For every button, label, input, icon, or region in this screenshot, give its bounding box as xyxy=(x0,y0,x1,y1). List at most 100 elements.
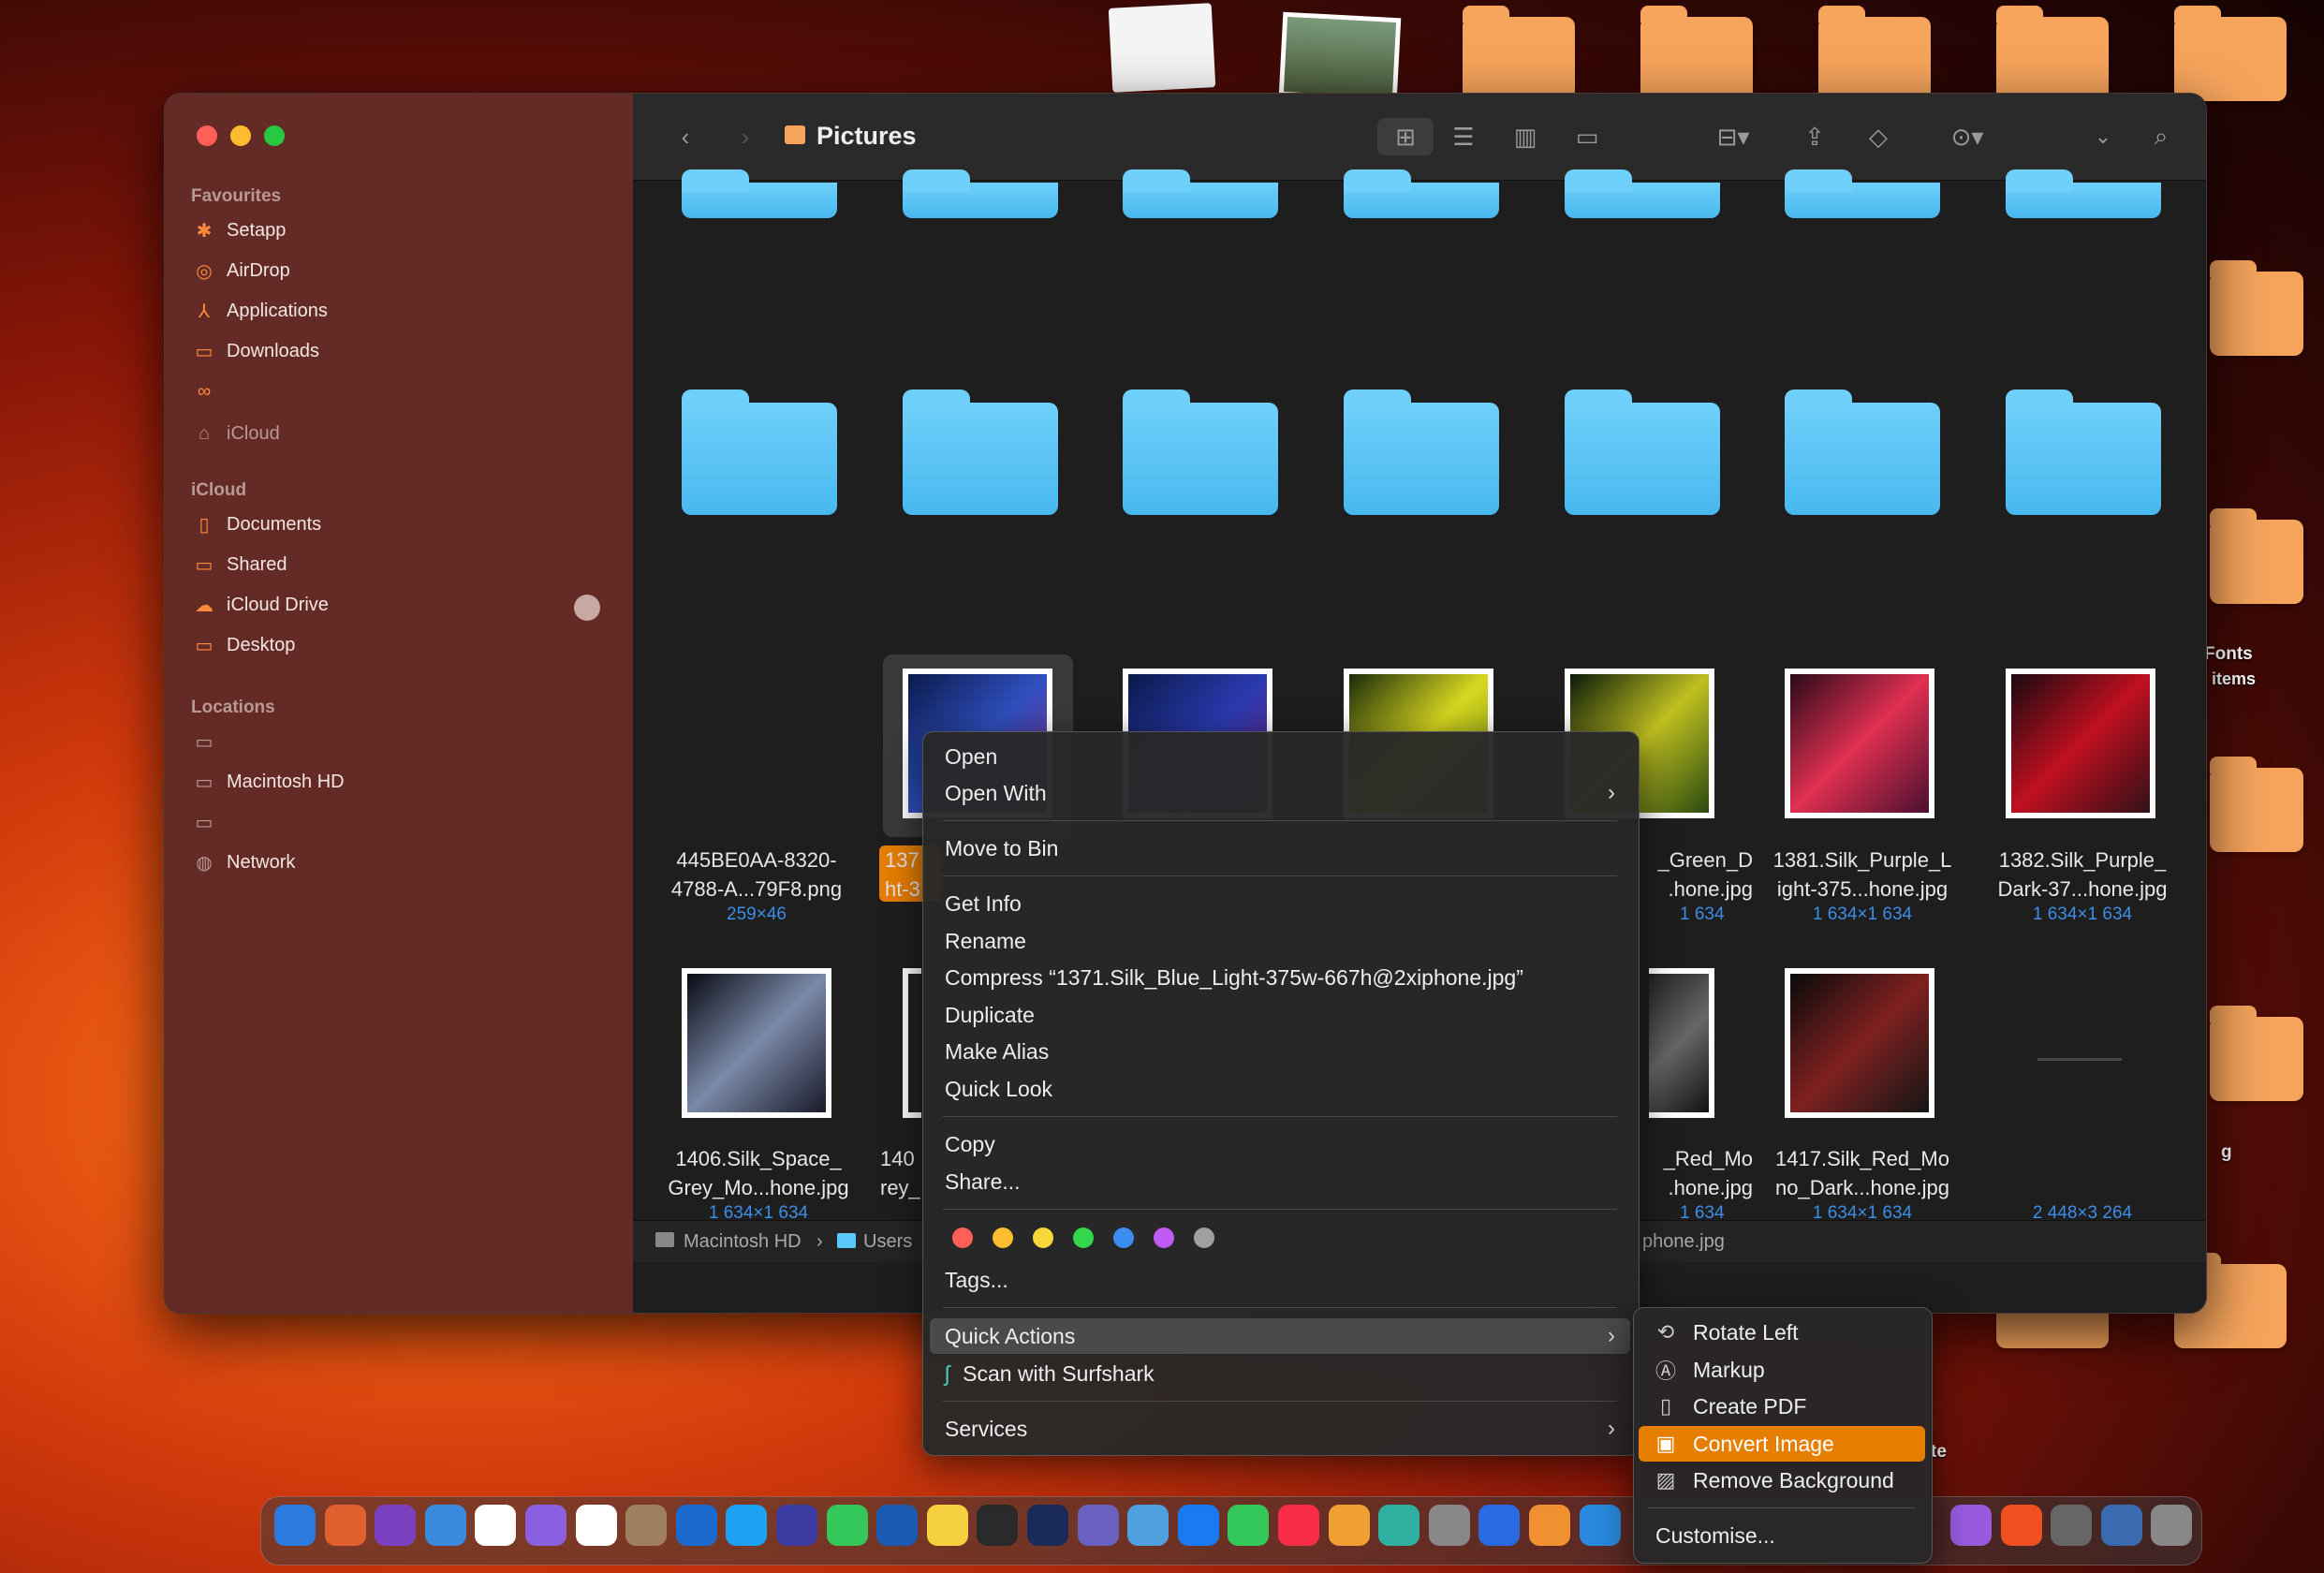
menu-item-scan-surfshark[interactable]: ʃ Scan with Surfshark xyxy=(930,1356,1630,1391)
dock-app-icon[interactable] xyxy=(1177,1505,1219,1546)
path-item-file[interactable]: phone.jpg xyxy=(1642,1231,1725,1253)
menu-item-rename[interactable]: Rename xyxy=(930,923,1630,959)
dock-app-icon[interactable] xyxy=(1127,1505,1169,1546)
desktop-folder[interactable] xyxy=(1996,6,2109,101)
sidebar-item-macintosh-hd[interactable]: ▭ Macintosh HD xyxy=(191,764,603,800)
menu-item-move-to-bin[interactable]: Move to Bin xyxy=(930,831,1630,866)
sidebar-item-icloud[interactable]: ⌂ iCloud xyxy=(191,416,603,451)
dock-app-icon[interactable] xyxy=(274,1505,316,1546)
dock-app-icon[interactable] xyxy=(2051,1505,2093,1546)
folder[interactable] xyxy=(2006,390,2161,515)
dock-app-icon[interactable] xyxy=(826,1505,868,1546)
dock-app-icon[interactable] xyxy=(324,1505,366,1546)
folder[interactable] xyxy=(1565,390,1720,515)
dock-app-icon[interactable] xyxy=(475,1505,517,1546)
sidebar-item-documents[interactable]: ▯ Documents xyxy=(191,507,603,542)
tag-color-purple[interactable] xyxy=(1154,1228,1174,1248)
folder[interactable] xyxy=(903,169,1058,218)
submenu-item-remove-background[interactable]: ▨ Remove Background xyxy=(1639,1463,1925,1498)
column-view-button[interactable]: ▥ xyxy=(1502,118,1549,155)
desktop-folder[interactable] xyxy=(1640,6,1753,101)
tag-color-grey[interactable] xyxy=(1194,1228,1214,1248)
dock-app-icon[interactable] xyxy=(726,1505,768,1546)
back-button[interactable]: ‹ xyxy=(667,118,704,155)
folder[interactable] xyxy=(1123,169,1278,218)
image-thumbnail[interactable] xyxy=(1785,669,1934,818)
menu-item-open-with[interactable]: Open With › xyxy=(930,775,1630,811)
file-name[interactable]: 1417.Silk_Red_Mo no_Dark...hone.jpg xyxy=(1759,1144,1965,1202)
dock-app-icon[interactable] xyxy=(1278,1505,1319,1546)
menu-item-open[interactable]: Open xyxy=(930,739,1630,774)
gallery-view-button[interactable]: ▭ xyxy=(1564,118,1611,155)
menu-item-quick-look[interactable]: Quick Look xyxy=(930,1071,1630,1107)
sidebar-item-drive[interactable]: ▭ xyxy=(191,804,603,840)
desktop-folder[interactable] xyxy=(1818,6,1931,101)
desktop-document-thumbnail[interactable] xyxy=(1108,3,1216,93)
dock-app-icon[interactable] xyxy=(1228,1505,1270,1546)
dock-app-icon[interactable] xyxy=(2151,1505,2193,1546)
more-actions-button[interactable]: ⊙▾ xyxy=(1934,118,2000,155)
menu-item-copy[interactable]: Copy xyxy=(930,1126,1630,1162)
image-thumbnail[interactable] xyxy=(1785,968,1934,1118)
desktop-folder[interactable] xyxy=(2210,1006,2303,1101)
tag-button[interactable]: ◇ xyxy=(1860,118,1897,155)
dock-app-icon[interactable] xyxy=(2000,1505,2042,1546)
desktop-folder[interactable] xyxy=(2174,6,2287,101)
dock-app-icon[interactable] xyxy=(1428,1505,1470,1546)
zoom-window-button[interactable] xyxy=(264,125,285,146)
menu-item-get-info[interactable]: Get Info xyxy=(930,886,1630,921)
overflow-button[interactable]: ⌄ xyxy=(2084,118,2122,155)
dock-app-icon[interactable] xyxy=(575,1505,617,1546)
desktop-folder[interactable] xyxy=(1463,6,1575,101)
sidebar-item-downloads[interactable]: ▭ Downloads xyxy=(191,333,603,369)
image-thumbnail[interactable] xyxy=(682,968,831,1118)
menu-item-make-alias[interactable]: Make Alias xyxy=(930,1034,1630,1069)
forward-button[interactable]: › xyxy=(727,118,764,155)
submenu-item-create-pdf[interactable]: ▯ Create PDF xyxy=(1639,1389,1925,1424)
sidebar-item-applications[interactable]: ⅄ Applications xyxy=(191,293,603,329)
file-name[interactable]: _Red_Mo .hone.jpg xyxy=(1644,1144,1753,1202)
menu-item-share[interactable]: Share... xyxy=(930,1164,1630,1199)
icon-view-button[interactable]: ⊞ xyxy=(1377,118,1434,155)
dock-app-icon[interactable] xyxy=(776,1505,817,1546)
menu-item-duplicate[interactable]: Duplicate xyxy=(930,997,1630,1033)
folder[interactable] xyxy=(682,390,837,515)
desktop-folder[interactable] xyxy=(2210,757,2303,852)
list-view-button[interactable]: ☰ xyxy=(1440,118,1487,155)
dock-app-icon[interactable] xyxy=(1478,1505,1521,1546)
path-item-macintosh-hd[interactable]: Macintosh HD xyxy=(684,1231,802,1253)
sidebar-item-shared[interactable]: ▭ Shared xyxy=(191,547,603,582)
menu-item-services[interactable]: Services › xyxy=(930,1411,1630,1447)
dock-app-icon[interactable] xyxy=(926,1505,968,1546)
sidebar-item-linked[interactable]: ∞ xyxy=(191,374,603,409)
dock-app-icon[interactable] xyxy=(1378,1505,1420,1546)
dock-app-icon[interactable] xyxy=(2100,1505,2142,1546)
dock-app-icon[interactable] xyxy=(1328,1505,1370,1546)
sidebar-item-computer[interactable]: ▭ xyxy=(191,724,603,759)
folder[interactable] xyxy=(1785,169,1940,218)
sidebar-item-icloud-drive[interactable]: ☁ iCloud Drive xyxy=(191,587,603,623)
dock-app-icon[interactable] xyxy=(424,1505,466,1546)
file-name[interactable]: _Green_D .hone.jpg xyxy=(1644,845,1753,904)
folder[interactable] xyxy=(1785,390,1940,515)
dock-app-icon[interactable] xyxy=(375,1505,417,1546)
file-name[interactable]: 1381.Silk_Purple_L ight-375...hone.jpg xyxy=(1759,845,1965,904)
tag-color-green[interactable] xyxy=(1073,1228,1094,1248)
dock-app-icon[interactable] xyxy=(977,1505,1019,1546)
tag-color-orange[interactable] xyxy=(993,1228,1013,1248)
menu-item-quick-actions[interactable]: Quick Actions › xyxy=(930,1318,1630,1354)
dock-app-icon[interactable] xyxy=(1027,1505,1068,1546)
sidebar-item-airdrop[interactable]: ◎ AirDrop xyxy=(191,253,603,288)
dock-app-icon[interactable] xyxy=(1579,1505,1621,1546)
dock-app-icon[interactable] xyxy=(625,1505,668,1546)
folder[interactable] xyxy=(903,390,1058,515)
dock-app-icon[interactable] xyxy=(1077,1505,1119,1546)
file-name[interactable]: 140 rey_ xyxy=(880,1144,920,1202)
minimize-window-button[interactable] xyxy=(230,125,251,146)
submenu-item-markup[interactable]: Ⓐ Markup xyxy=(1639,1352,1925,1388)
tag-color-yellow[interactable] xyxy=(1033,1228,1053,1248)
folder[interactable] xyxy=(1123,390,1278,515)
submenu-item-rotate-left[interactable]: ⟲ Rotate Left xyxy=(1639,1315,1925,1350)
submenu-item-customise[interactable]: Customise... xyxy=(1639,1518,1925,1553)
image-thumbnail[interactable] xyxy=(1649,968,1714,1118)
